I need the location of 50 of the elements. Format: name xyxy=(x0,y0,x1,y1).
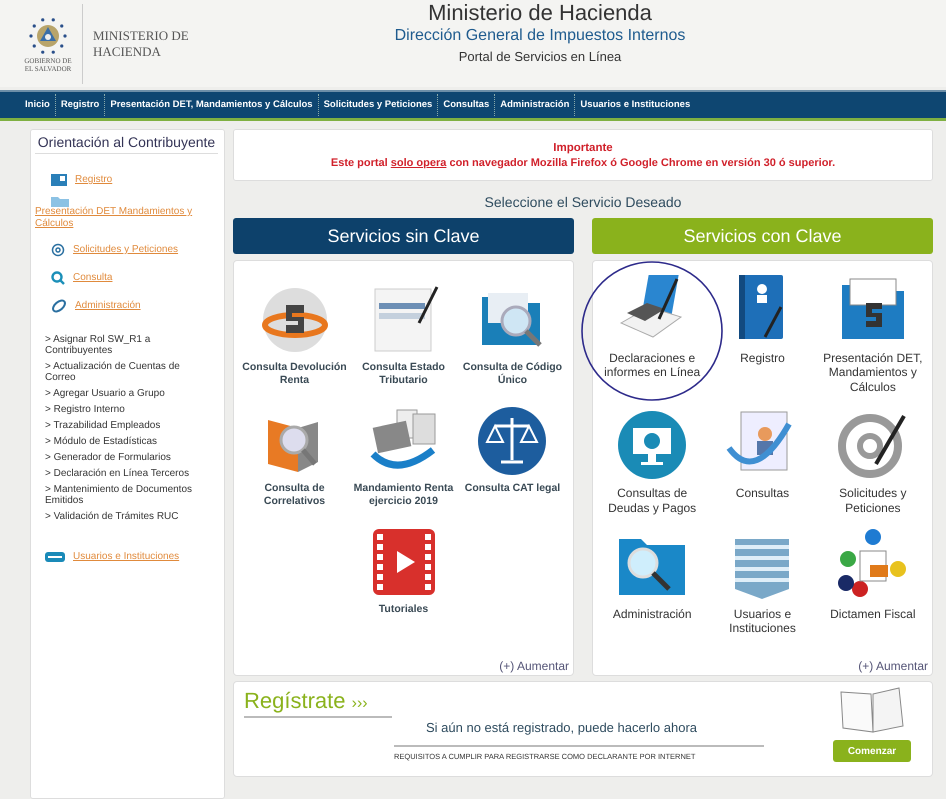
service-tile[interactable]: Consulta Devolución Renta xyxy=(240,283,348,386)
portal-name: Portal de Servicios en Línea xyxy=(458,48,622,66)
nav-link[interactable]: Usuarios e Instituciones xyxy=(574,94,696,116)
service-tile[interactable]: Registro xyxy=(725,273,800,394)
register-text: Si aún no está registrado, puede hacerlo ahora xyxy=(426,720,698,735)
service-tile[interactable]: Dictamen Fiscal xyxy=(830,528,916,636)
notice-title: Importante xyxy=(553,142,613,154)
admin-menu-item[interactable]: > Agregar Usuario a Grupo xyxy=(45,388,195,399)
admin-menu-item[interactable]: > Mantenimiento de Documentos Emitidos xyxy=(45,484,195,506)
section-header[interactable]: Servicios sin Clave xyxy=(233,218,574,254)
service-tile[interactable]: Consulta Estado Tributario xyxy=(350,283,458,386)
site-subtitle: Dirección General de Impuestos Internos xyxy=(394,26,686,46)
folder-icon xyxy=(51,197,69,207)
admin-menu-item[interactable]: > Declaración en Línea Terceros xyxy=(45,468,195,479)
notice-text: Este portal solo opera con navegador Mozilla Firefox ó Google Chrome en versión 30 ó superior. xyxy=(330,156,836,168)
admin-menu-item[interactable]: > Asignar Rol SW_R1 a Contribuyentes xyxy=(45,334,195,356)
sidebar-title: Orientación al Contribuyente xyxy=(35,134,218,154)
card-icon xyxy=(51,173,67,187)
nav-link[interactable]: Presentación DET, Mandamientos y Cálculos xyxy=(104,94,318,116)
nav-link[interactable]: Solicitudes y Peticiones xyxy=(318,94,438,116)
admin-menu-item[interactable]: > Validación de Trámites RUC xyxy=(45,511,195,522)
more-link[interactable]: (+) Aumentar xyxy=(858,659,928,673)
service-tile[interactable]: Tutoriales xyxy=(366,525,440,616)
select-prompt: Seleccione el Servicio Deseado xyxy=(484,194,682,210)
search-icon xyxy=(51,271,65,285)
service-tile[interactable]: Consulta de Código Único xyxy=(458,283,566,386)
more-link[interactable]: (+) Aumentar xyxy=(499,659,569,673)
nav-link[interactable]: Inicio xyxy=(20,94,55,116)
service-tile[interactable]: Solicitudes y Peticiones xyxy=(818,408,927,515)
nav-link[interactable]: Consultas xyxy=(437,94,494,116)
admin-menu-item[interactable]: > Generador de Formularios xyxy=(45,452,195,463)
service-tile[interactable]: Mandamiento Renta ejercicio 2019 xyxy=(350,404,458,508)
admin-menu-item[interactable]: > Registro Interno xyxy=(45,404,195,415)
service-tile[interactable]: Consulta CAT legal xyxy=(464,404,560,508)
admin-menu-item[interactable]: > Actualización de Cuentas de Correo xyxy=(45,361,195,383)
service-tile[interactable]: Consultas xyxy=(725,408,800,515)
service-tile[interactable]: Administración xyxy=(612,528,692,636)
service-tile[interactable]: Consulta de Correlativos xyxy=(240,404,348,508)
ministry-name: MINISTERIO DE HACIENDA xyxy=(93,28,190,60)
service-tile[interactable]: Consultas de Deudas y Pagos xyxy=(598,408,706,515)
service-tile[interactable]: Presentación DET, Mandamientos y Cálculos xyxy=(818,273,927,394)
site-title: Ministerio de Hacienda xyxy=(428,0,652,26)
service-tile[interactable]: Usuarios e Instituciones xyxy=(708,528,816,636)
notebook-icon xyxy=(839,686,905,734)
tray-icon xyxy=(45,551,65,563)
register-title: Regístrate ››› xyxy=(244,686,392,718)
nav-link[interactable]: Registro xyxy=(54,94,104,116)
admin-menu-item[interactable]: > Módulo de Estadísticas xyxy=(45,436,195,447)
admin-menu-item[interactable]: > Trazabilidad Empleados xyxy=(45,420,195,431)
nav-link[interactable]: Administración xyxy=(494,94,574,116)
